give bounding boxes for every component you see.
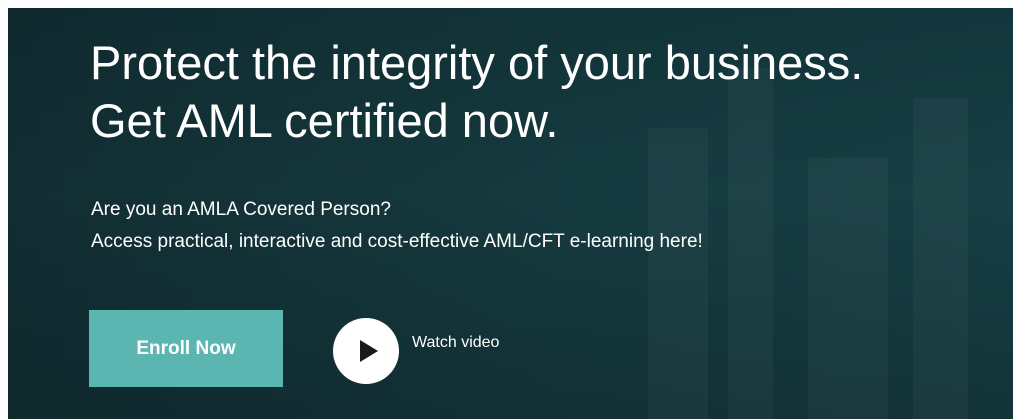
headline-line-1: Protect the integrity of your business. <box>90 36 864 89</box>
background-building <box>913 98 968 419</box>
watch-video-label[interactable]: Watch video <box>412 334 499 352</box>
background-building <box>808 158 888 419</box>
enroll-now-button[interactable]: Enroll Now <box>89 310 283 387</box>
page-title: Protect the integrity of your business. … <box>90 34 863 150</box>
hero-subtext: Are you an AMLA Covered Person? Access p… <box>91 194 703 258</box>
hero-banner: Protect the integrity of your business. … <box>8 8 1013 419</box>
background-building <box>648 128 708 419</box>
subtext-line-1: Are you an AMLA Covered Person? <box>91 199 391 220</box>
play-button[interactable] <box>333 318 399 384</box>
watch-video-link[interactable]: Watch video <box>333 318 499 384</box>
subtext-line-2: Access practical, interactive and cost-e… <box>91 231 703 252</box>
play-icon <box>360 340 378 362</box>
headline-line-2: Get AML certified now. <box>90 94 559 147</box>
